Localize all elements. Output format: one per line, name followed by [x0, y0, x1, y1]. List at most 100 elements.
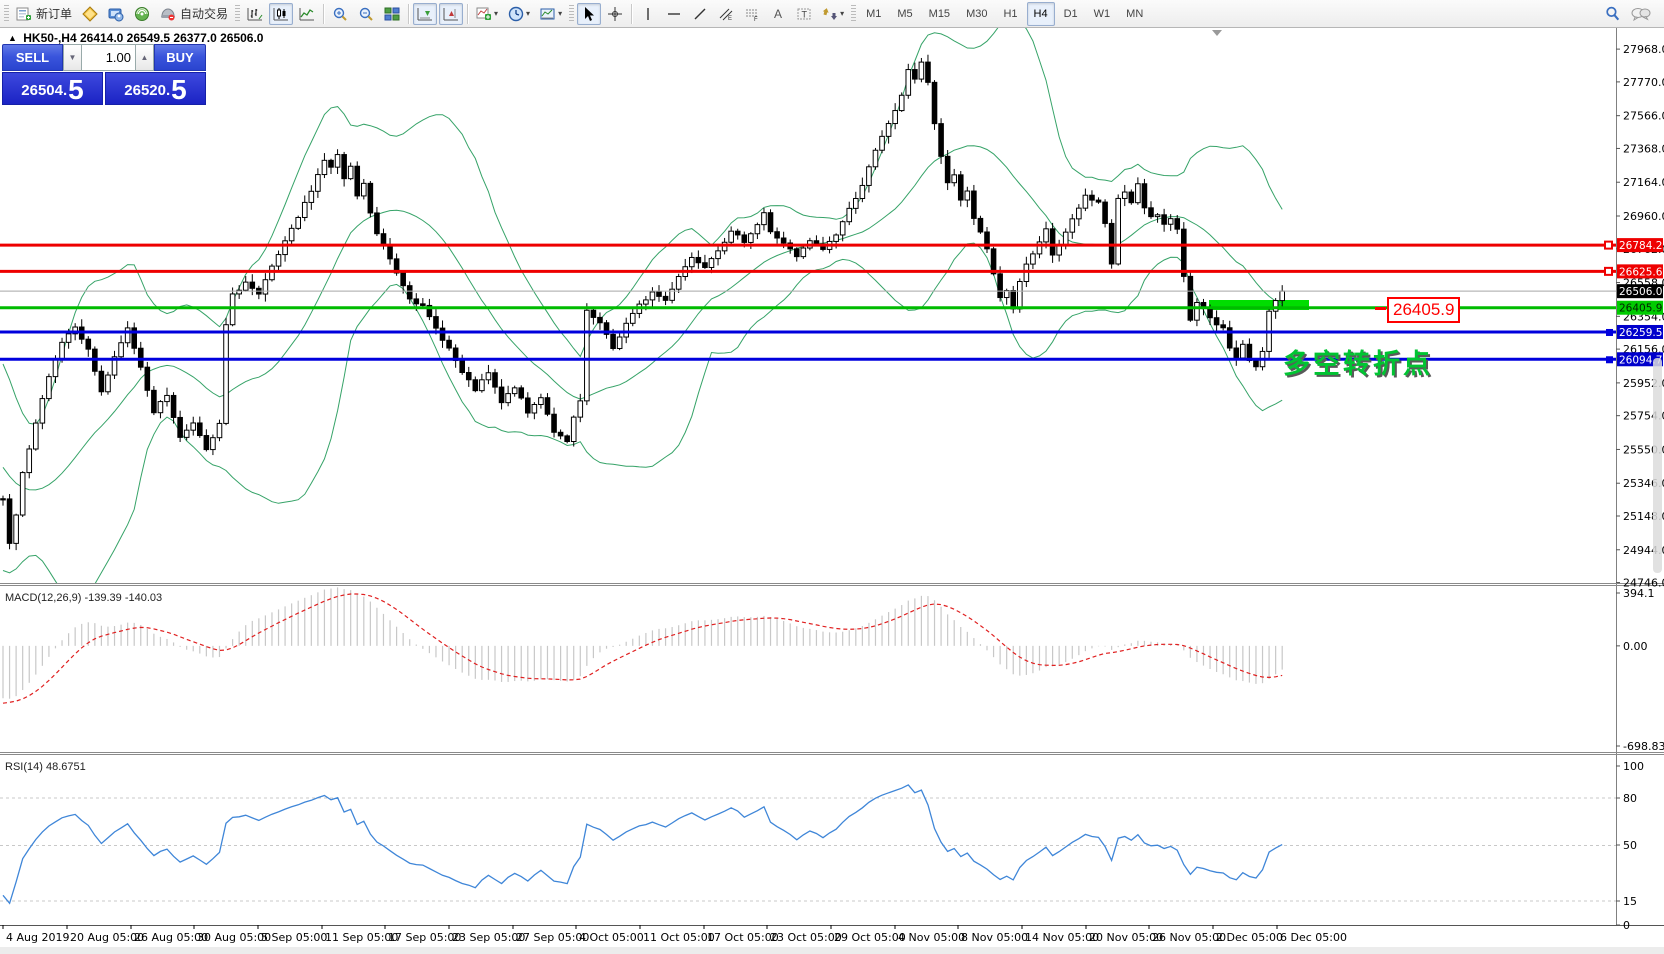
- svg-text:27368.0: 27368.0: [1623, 142, 1664, 155]
- auto-scroll-button[interactable]: [413, 3, 437, 25]
- group-handle[interactable]: [235, 5, 240, 23]
- line-chart-icon: [299, 6, 315, 22]
- search-button[interactable]: [1600, 3, 1625, 25]
- text-label-icon: T: [796, 6, 812, 22]
- candlestick-mode-button[interactable]: [269, 3, 293, 25]
- equidistant-channel-icon: E: [718, 6, 734, 22]
- price-tag-connector: [1375, 307, 1386, 310]
- chart-shift-button[interactable]: [439, 3, 463, 25]
- svg-text:29 Oct 05:00: 29 Oct 05:00: [834, 931, 906, 944]
- chart-canvas[interactable]: 27968.027770.027566.027368.027164.026960…: [0, 0, 1664, 954]
- arrow-objects-icon: [822, 6, 838, 22]
- terminal-button[interactable]: [104, 3, 128, 25]
- add-indicator-button[interactable]: ▾: [472, 3, 502, 25]
- buy-price-display[interactable]: 26520.5: [105, 72, 206, 105]
- svg-text:27968.0: 27968.0: [1623, 43, 1664, 56]
- period-button[interactable]: ▾: [504, 3, 534, 25]
- horizontal-line-tool-button[interactable]: [662, 3, 686, 25]
- svg-text:4 Nov 05:00: 4 Nov 05:00: [898, 931, 965, 944]
- timeframe-button-M1[interactable]: M1: [859, 2, 888, 26]
- chart-shift-icon: [443, 6, 459, 22]
- new-order-button[interactable]: 新订单: [12, 3, 76, 25]
- svg-text:6 Dec 05:00: 6 Dec 05:00: [1280, 931, 1347, 944]
- svg-text:11 Oct 05:00: 11 Oct 05:00: [643, 931, 715, 944]
- auto-trading-icon: [160, 6, 176, 22]
- timeframe-button-W1[interactable]: W1: [1087, 2, 1118, 26]
- tile-windows-button[interactable]: [380, 3, 404, 25]
- zoom-in-button[interactable]: [328, 3, 352, 25]
- signal-button[interactable]: [130, 3, 154, 25]
- volume-increase-button[interactable]: ▲: [135, 44, 154, 71]
- text-icon: A: [770, 6, 786, 22]
- trendline-tool-button[interactable]: [688, 3, 712, 25]
- svg-text:26625.6: 26625.6: [1619, 266, 1663, 278]
- horizontal-line-icon: [666, 6, 682, 22]
- auto-trading-button[interactable]: 自动交易: [156, 3, 232, 25]
- dropdown-caret-icon: ▾: [494, 9, 498, 18]
- template-button[interactable]: ▾: [536, 3, 566, 25]
- timeframe-button-M5[interactable]: M5: [890, 2, 919, 26]
- bar-chart-mode-button[interactable]: [243, 3, 267, 25]
- svg-text:27770.0: 27770.0: [1623, 76, 1664, 89]
- svg-text:23 Sep 05:00: 23 Sep 05:00: [452, 931, 525, 944]
- timeframe-button-H4[interactable]: H4: [1027, 2, 1055, 26]
- channel-tool-button[interactable]: E: [714, 3, 738, 25]
- svg-text:T: T: [802, 9, 808, 19]
- line-chart-mode-button[interactable]: [295, 3, 319, 25]
- svg-text:E: E: [728, 16, 732, 22]
- market-watch-button[interactable]: [78, 3, 102, 25]
- group-handle[interactable]: [569, 5, 574, 23]
- timeframe-button-MN[interactable]: MN: [1119, 2, 1150, 26]
- dropdown-caret-icon: ▾: [840, 9, 844, 18]
- price-tag-label[interactable]: 26405.9: [1387, 297, 1460, 323]
- timeframe-group: M1M5M15M30H1H4D1W1MN: [858, 2, 1151, 26]
- svg-text:0.00: 0.00: [1623, 640, 1648, 653]
- cursor-tool-button[interactable]: [577, 3, 601, 25]
- label-tool-button[interactable]: T: [792, 3, 816, 25]
- signal-icon: [134, 6, 150, 22]
- group-handle[interactable]: [851, 5, 856, 23]
- svg-text:8 Nov 05:00: 8 Nov 05:00: [961, 931, 1028, 944]
- vertical-scrollbar-thumb[interactable]: [1653, 358, 1662, 573]
- buy-price-frac: 5: [171, 77, 187, 103]
- timeframe-button-M30[interactable]: M30: [959, 2, 994, 26]
- zoom-in-icon: [332, 6, 348, 22]
- chat-bubbles-icon: [1631, 6, 1651, 22]
- svg-text:4 Aug 2019: 4 Aug 2019: [6, 931, 69, 944]
- zoom-out-button[interactable]: [354, 3, 378, 25]
- new-order-icon: [16, 6, 32, 22]
- one-click-trading-panel: SELL ▼ ▲ BUY 26504.5 26520.5: [2, 44, 206, 105]
- dropdown-caret-icon: ▾: [526, 9, 530, 18]
- trendline-icon: [692, 6, 708, 22]
- buy-price-main: 26520: [124, 79, 166, 103]
- auto-scroll-icon: [417, 6, 433, 22]
- search-icon: [1604, 5, 1621, 22]
- volume-decrease-button[interactable]: ▼: [63, 44, 82, 71]
- svg-text:26259.5: 26259.5: [1619, 327, 1662, 339]
- vertical-line-tool-button[interactable]: [636, 3, 660, 25]
- tile-windows-icon: [384, 6, 400, 22]
- auto-trading-label: 自动交易: [180, 5, 228, 22]
- vertical-line-icon: [640, 6, 656, 22]
- svg-text:27164.0: 27164.0: [1623, 176, 1664, 189]
- timeframe-button-M15[interactable]: M15: [922, 2, 957, 26]
- svg-text:100: 100: [1623, 760, 1644, 773]
- buy-button[interactable]: BUY: [154, 44, 206, 71]
- fibonacci-icon: F: [744, 6, 760, 22]
- volume-input[interactable]: [82, 44, 135, 71]
- timeframe-button-D1[interactable]: D1: [1057, 2, 1085, 26]
- toolbar-drag-handle[interactable]: [4, 5, 9, 23]
- svg-text:-698.83: -698.83: [1623, 740, 1664, 753]
- crosshair-tool-button[interactable]: [603, 3, 627, 25]
- svg-text:17 Sep 05:00: 17 Sep 05:00: [388, 931, 461, 944]
- svg-text:0: 0: [1623, 919, 1630, 932]
- sell-price-display[interactable]: 26504.5: [2, 72, 103, 105]
- fibonacci-tool-button[interactable]: F: [740, 3, 764, 25]
- text-tool-button[interactable]: A: [766, 3, 790, 25]
- timeframe-button-H1[interactable]: H1: [996, 2, 1024, 26]
- symbol-triangle-icon: ▲: [8, 33, 17, 43]
- symbol-period-label: HK50-,H4: [23, 31, 76, 45]
- chat-button[interactable]: [1627, 3, 1655, 25]
- arrows-tool-button[interactable]: ▾: [818, 3, 848, 25]
- sell-button[interactable]: SELL: [2, 44, 63, 71]
